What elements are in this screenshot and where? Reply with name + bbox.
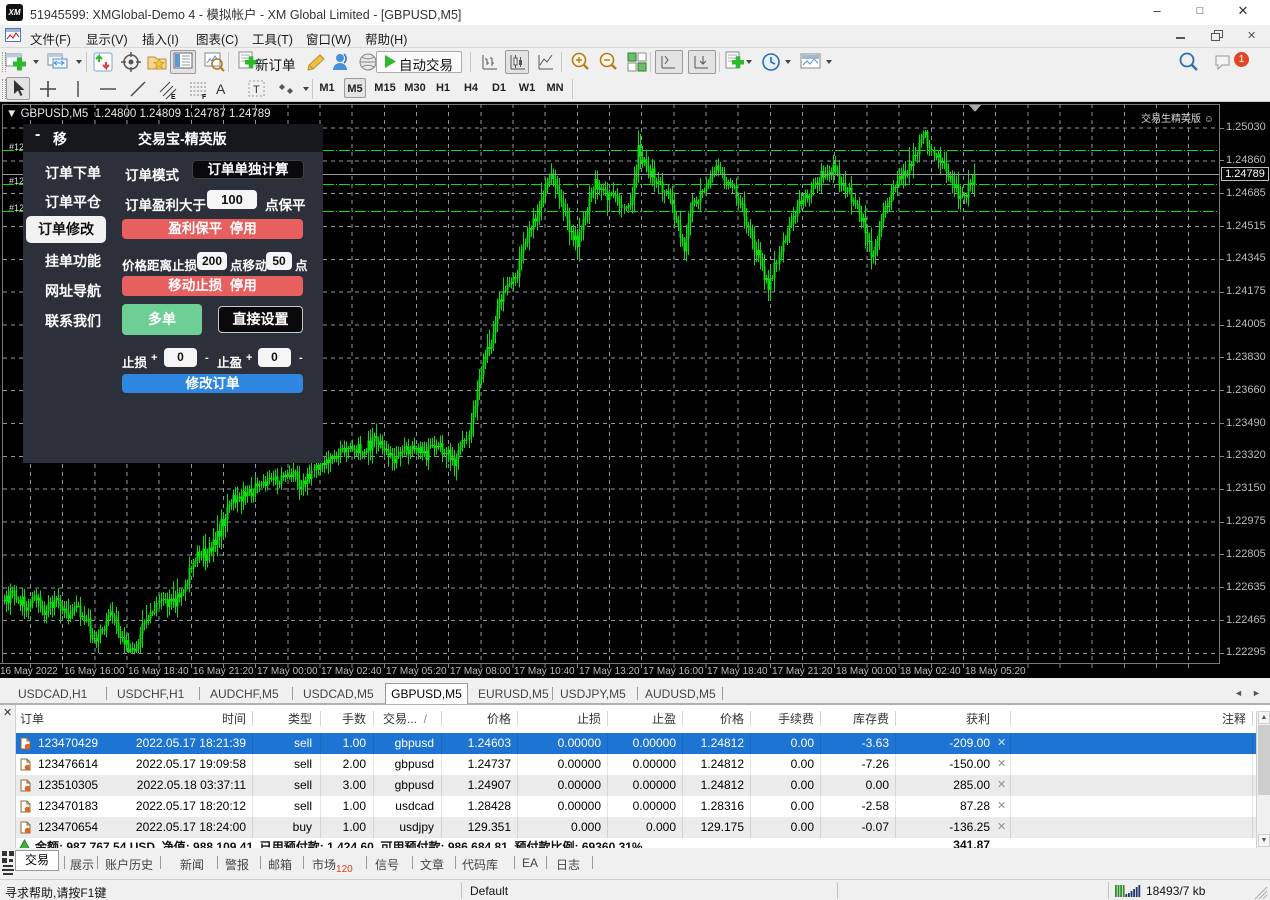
svg-text:T: T — [253, 84, 260, 96]
svg-text:F: F — [202, 94, 207, 100]
svg-text:E: E — [171, 94, 176, 100]
